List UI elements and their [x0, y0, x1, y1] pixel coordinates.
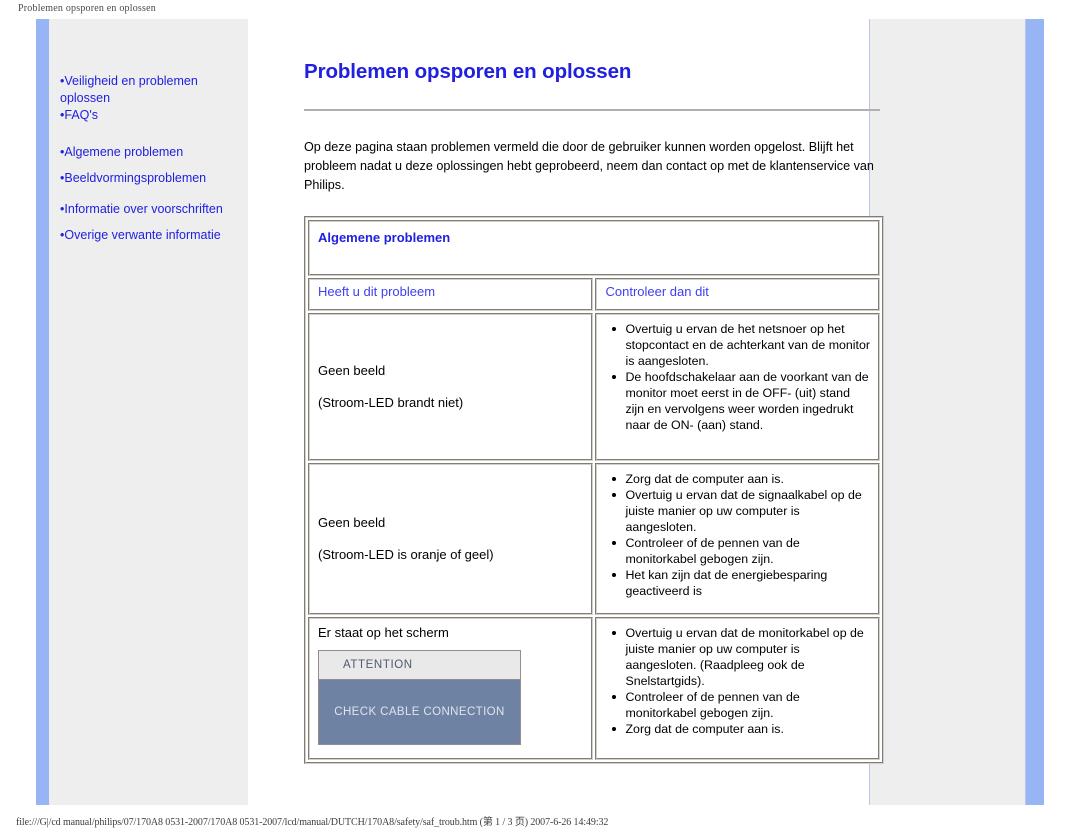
- right-blue-band: [1026, 19, 1044, 805]
- list-item: Overtuig u ervan dat de signaalkabel op …: [612, 487, 870, 535]
- intro-paragraph: Op deze pagina staan problemen vermeld d…: [304, 140, 874, 192]
- table-section-header-row: Algemene problemen: [308, 220, 880, 276]
- list-item: Controleer of de pennen van de monitorka…: [612, 689, 870, 721]
- solution-list: Overtuig u ervan dat de monitorkabel op …: [601, 625, 870, 737]
- table-row: Er staat op het scherm ATTENTION CHECK C…: [308, 617, 880, 760]
- sidebar-item-informatie-voorschriften[interactable]: •Informatie over voorschriften: [60, 201, 246, 218]
- sidebar-item-label: Algemene problemen: [64, 145, 184, 159]
- list-item: Overtuig u ervan de het netsnoer op het …: [612, 322, 871, 368]
- sidebar-item-label: FAQ's: [64, 108, 99, 122]
- sidebar-item-label: Beeldvormingsproblemen: [64, 171, 207, 185]
- problem-line-1: Geen beeld: [318, 363, 386, 378]
- problem-cell: Geen beeld (Stroom-LED brandt niet): [308, 313, 594, 461]
- sidebar-item-faqs[interactable]: •FAQ's: [60, 107, 246, 124]
- list-item: Het kan zijn dat de energiebesparing gea…: [612, 567, 870, 599]
- list-item: Overtuig u ervan dat de monitorkabel op …: [612, 625, 870, 689]
- sidebar-item-algemene-problemen[interactable]: •Algemene problemen: [60, 144, 246, 161]
- solution-cell: Overtuig u ervan de het netsnoer op het …: [595, 313, 880, 461]
- problems-table-wrapper: Algemene problemen Heeft u dit probleem …: [304, 216, 884, 764]
- left-blue-band: [36, 19, 49, 805]
- table-column-header-row: Heeft u dit probleem Controleer dan dit: [308, 278, 880, 311]
- main-content: Problemen opsporen en oplossen Op deze p…: [304, 19, 884, 764]
- page-title: Problemen opsporen en oplossen: [304, 60, 632, 83]
- right-gray-panel: [870, 19, 1026, 805]
- column-header-answer: Controleer dan dit: [595, 278, 880, 311]
- sidebar-nav: •Veiligheid en problemen oplossen •FAQ's…: [60, 73, 246, 244]
- problem-line-1: Geen beeld: [318, 515, 386, 530]
- list-item: Zorg dat de computer aan is.: [612, 721, 870, 737]
- list-item: Controleer of de pennen van de monitorka…: [612, 535, 870, 567]
- page-frame: •Veiligheid en problemen oplossen •FAQ's…: [36, 19, 1044, 805]
- sidebar-item-beeldvormingsproblemen[interactable]: •Beeldvormingsproblemen: [60, 170, 246, 187]
- attention-image: ATTENTION CHECK CABLE CONNECTION: [318, 650, 521, 745]
- table-row: Geen beeld (Stroom-LED is oranje of geel…: [308, 463, 880, 615]
- solution-list: Zorg dat de computer aan is. Overtuig u …: [601, 471, 870, 599]
- sidebar-item-veiligheid[interactable]: •Veiligheid en problemen oplossen: [60, 73, 246, 107]
- solution-cell: Overtuig u ervan dat de monitorkabel op …: [595, 617, 880, 760]
- sidebar-item-label: Informatie over voorschriften: [64, 202, 223, 216]
- problems-table: Algemene problemen Heeft u dit probleem …: [306, 218, 882, 762]
- problem-line-1: Er staat op het scherm: [318, 625, 449, 640]
- table-section-title: Algemene problemen: [308, 220, 880, 276]
- list-item: Zorg dat de computer aan is.: [612, 471, 870, 487]
- column-header-question: Heeft u dit probleem: [308, 278, 594, 311]
- problem-line-2: (Stroom-LED brandt niet): [318, 395, 464, 410]
- sidebar-item-label: Veiligheid en problemen oplossen: [60, 74, 198, 105]
- problem-line-2: (Stroom-LED is oranje of geel): [318, 547, 494, 562]
- attention-image-spacer: [318, 745, 583, 750]
- line-spacer: [318, 531, 583, 547]
- print-footer: file:///G|/cd manual/philips/07/170A8 05…: [16, 817, 609, 828]
- title-divider: [304, 109, 880, 111]
- solution-list: Overtuig u ervan de het netsnoer op het …: [601, 321, 870, 433]
- sidebar-item-overige-informatie[interactable]: •Overige verwante informatie: [60, 227, 246, 244]
- table-row: Geen beeld (Stroom-LED brandt niet) Over…: [308, 313, 880, 461]
- attention-image-body: CHECK CABLE CONNECTION: [334, 706, 505, 718]
- problem-cell: Er staat op het scherm ATTENTION CHECK C…: [308, 617, 594, 760]
- print-header: Problemen opsporen en oplossen: [18, 3, 156, 14]
- list-item: De hoofdschakelaar aan de voorkant van d…: [612, 370, 869, 432]
- problem-cell: Geen beeld (Stroom-LED is oranje of geel…: [308, 463, 594, 615]
- line-spacer: [318, 379, 583, 395]
- solution-cell: Zorg dat de computer aan is. Overtuig u …: [595, 463, 880, 615]
- attention-image-header: ATTENTION: [319, 651, 520, 680]
- sidebar-item-label: Overige verwante informatie: [64, 228, 221, 242]
